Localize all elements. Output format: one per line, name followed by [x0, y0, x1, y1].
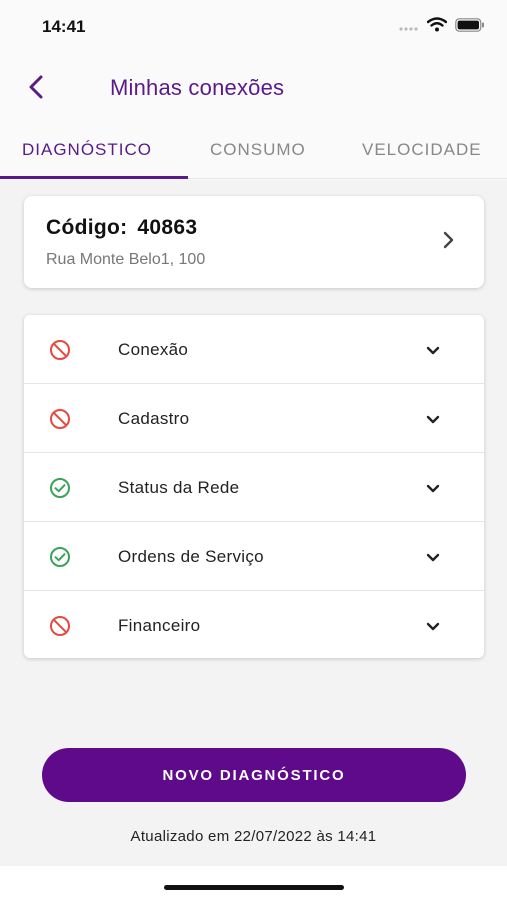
- diagnostic-label: Status da Rede: [118, 478, 240, 497]
- bottom-safe-area: [0, 866, 507, 900]
- cellular-signal-icon: [399, 18, 419, 36]
- connection-code: Código: 40863: [46, 216, 197, 240]
- diagnostic-row-cadastro[interactable]: Cadastro: [24, 384, 484, 453]
- battery-icon: [455, 17, 485, 37]
- diagnostic-row-conexao[interactable]: Conexão: [24, 315, 484, 384]
- connection-address: Rua Monte Belo1, 100: [46, 251, 206, 268]
- back-button[interactable]: [22, 75, 50, 104]
- last-updated-text: Atualizado em 22/07/2022 às 14:41: [130, 828, 377, 845]
- chevron-right-icon: [442, 231, 454, 254]
- wifi-icon: [426, 17, 448, 37]
- diagnostic-label: Financeiro: [118, 616, 201, 635]
- code-label: Código:: [46, 216, 128, 239]
- diagnostic-label: Ordens de Serviço: [118, 547, 264, 566]
- status-icons: [399, 17, 485, 37]
- tab-bar: DIAGNÓSTICO CONSUMO VELOCIDADE: [0, 130, 507, 180]
- prohibited-icon: [49, 408, 71, 435]
- status-time: 14:41: [42, 17, 86, 36]
- diagnostic-label: Cadastro: [118, 409, 190, 428]
- diagnostic-row-status-da-rede[interactable]: Status da Rede: [24, 453, 484, 522]
- status-bar: 14:41: [0, 0, 507, 56]
- diagnostic-row-financeiro[interactable]: Financeiro: [24, 591, 484, 660]
- page-title: Minhas conexões: [110, 75, 285, 100]
- chevron-down-icon: [426, 550, 440, 568]
- home-indicator: [164, 885, 344, 890]
- prohibited-icon: [49, 339, 71, 366]
- code-value: 40863: [137, 216, 198, 239]
- chevron-down-icon: [426, 619, 440, 637]
- diagnostic-label: Conexão: [118, 340, 189, 359]
- chevron-down-icon: [426, 343, 440, 361]
- tab-diagnostico[interactable]: DIAGNÓSTICO: [22, 140, 152, 160]
- diagnostics-list: Conexão Cadastro Status da Rede Ordens d…: [24, 315, 484, 658]
- chevron-down-icon: [426, 412, 440, 430]
- connection-card[interactable]: Código: 40863 Rua Monte Belo1, 100: [24, 196, 484, 288]
- diagnostic-row-ordens-de-servico[interactable]: Ordens de Serviço: [24, 522, 484, 591]
- check-circle-icon: [49, 546, 71, 573]
- prohibited-icon: [49, 615, 71, 642]
- active-tab-indicator: [0, 176, 188, 179]
- tab-consumo[interactable]: CONSUMO: [210, 140, 306, 160]
- chevron-left-icon: [28, 75, 44, 104]
- check-circle-icon: [49, 477, 71, 504]
- chevron-down-icon: [426, 481, 440, 499]
- tab-velocidade[interactable]: VELOCIDADE: [362, 140, 482, 160]
- new-diagnostic-button[interactable]: NOVO DIAGNÓSTICO: [42, 748, 466, 802]
